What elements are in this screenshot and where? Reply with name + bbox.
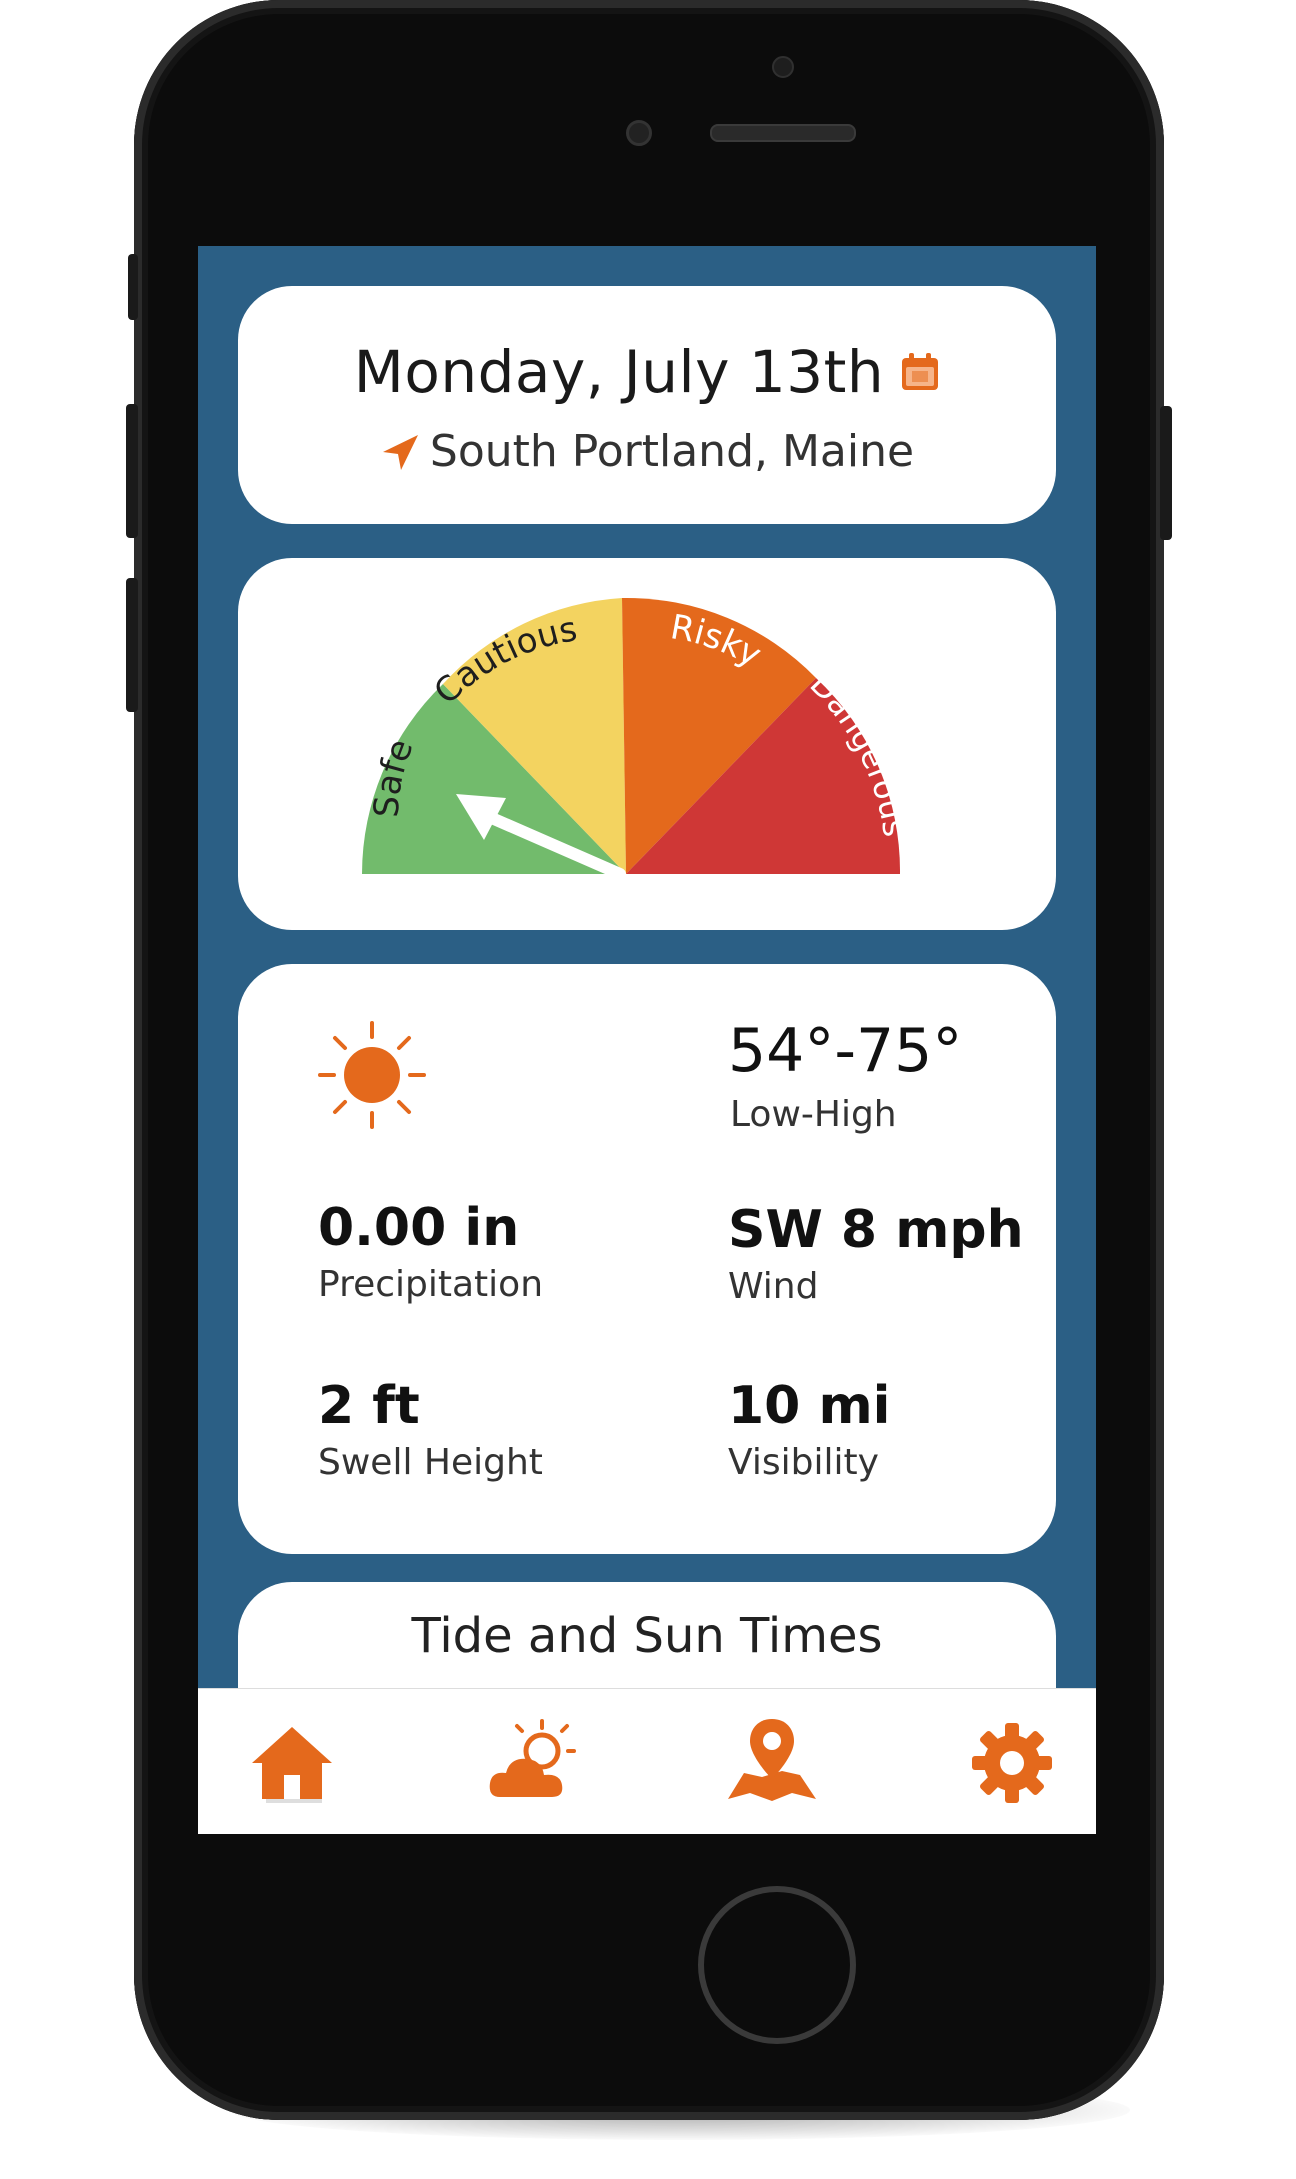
swell-value: 2 ft [318,1376,420,1436]
calendar-icon[interactable] [900,352,940,392]
swell-label: Swell Height [318,1442,543,1483]
date-title: Monday, July 13th [353,338,885,406]
location-arrow-icon [382,434,418,470]
home-button[interactable] [698,1886,856,2044]
earpiece-speaker [710,124,856,142]
sun-icon [318,1021,426,1129]
precipitation-label: Precipitation [318,1264,544,1305]
bottom-tab-bar [198,1688,1096,1834]
power-button [1160,406,1172,540]
mute-switch [128,254,138,320]
front-sensor [772,56,794,78]
visibility-value: 10 mi [728,1376,891,1436]
wind-label: Wind [728,1266,819,1307]
settings-gear-icon[interactable] [962,1713,1062,1813]
date-row: Monday, July 13th [238,338,1056,406]
visibility-label: Visibility [728,1442,879,1483]
date-location-card: Monday, July 13th South Portland, Maine [238,286,1056,524]
location-row: South Portland, Maine [238,426,1056,477]
temperature-value: 54°-75° [728,1016,963,1086]
app-screen: Monday, July 13th South Portland, Maine [198,246,1096,1834]
tide-card-title: Tide and Sun Times [411,1608,883,1664]
front-camera [626,120,652,146]
volume-down-button [126,578,138,712]
precipitation-value: 0.00 in [318,1198,520,1258]
risk-gauge-card: Safe Cautious Risky Dangerous [238,558,1056,930]
wind-value: SW 8 mph [728,1200,1024,1260]
risk-gauge: Safe Cautious Risky Dangerous [362,597,914,880]
weather-icon[interactable] [482,1713,582,1813]
temperature-label: Low-High [730,1094,897,1135]
map-icon[interactable] [722,1713,822,1813]
volume-up-button [126,404,138,538]
location-text: South Portland, Maine [429,426,915,477]
home-icon[interactable] [242,1713,342,1813]
weather-card: 54°-75° Low-High 0.00 in Precipitation S… [238,964,1056,1554]
